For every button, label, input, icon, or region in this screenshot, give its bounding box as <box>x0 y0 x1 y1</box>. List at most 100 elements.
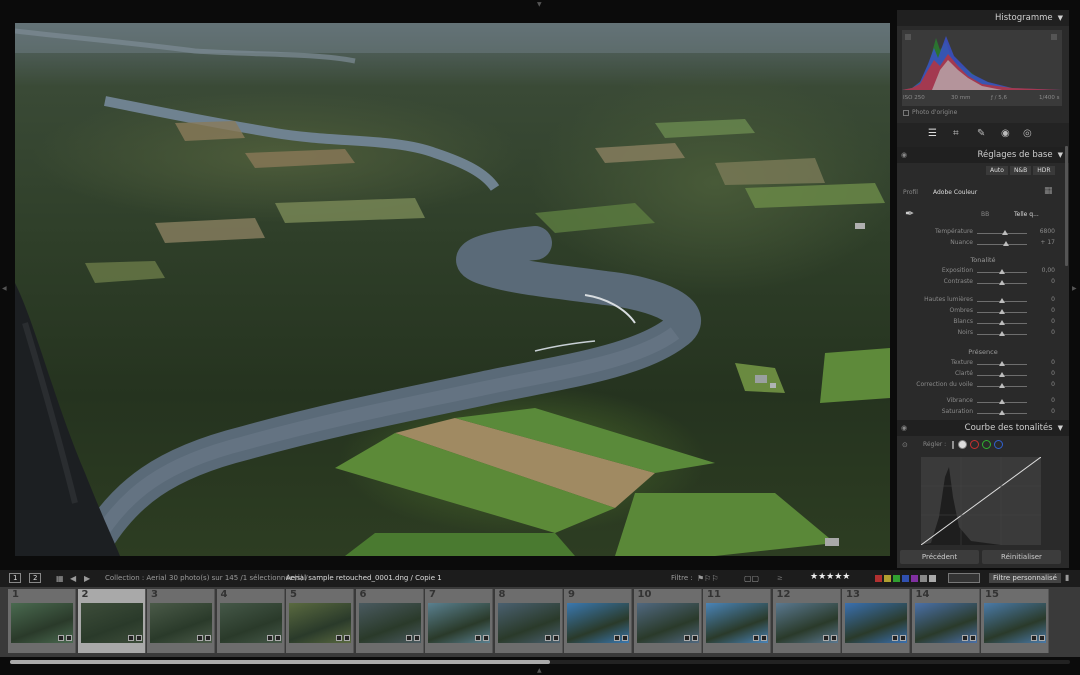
slider-track[interactable] <box>977 280 1027 285</box>
slider-value[interactable]: 0 <box>1031 381 1055 388</box>
purple-label-swatch[interactable] <box>911 575 918 582</box>
slider-row[interactable]: Clarté 0 <box>897 370 1069 380</box>
slider-row[interactable]: Contraste 0 <box>897 278 1069 288</box>
slider-thumb[interactable] <box>999 399 1005 404</box>
reset-button[interactable]: Réinitialiser <box>982 550 1061 564</box>
healing-icon[interactable]: ✎ <box>977 128 985 139</box>
filmstrip-cell[interactable]: 5 <box>286 589 354 653</box>
slider-value[interactable]: 0 <box>1031 359 1055 366</box>
top-panel-toggle-icon[interactable]: ▼ <box>537 1 542 8</box>
filmstrip-cell[interactable]: 11 <box>703 589 771 653</box>
slider-value[interactable]: + 17 <box>1031 239 1055 246</box>
slider-value[interactable]: 0 <box>1031 370 1055 377</box>
slider-row[interactable]: Hautes lumières 0 <box>897 296 1069 306</box>
slider-row[interactable]: Vibrance 0 <box>897 397 1069 407</box>
point-curve-icon[interactable]: ∥ <box>951 440 955 449</box>
other-label-swatch[interactable] <box>929 575 936 582</box>
tone-curve-header[interactable]: ◉ Courbe des tonalités ▼ <box>897 420 1069 436</box>
filter-preset-dropdown[interactable]: Filtre personnalisé <box>989 573 1061 583</box>
slider-track[interactable] <box>977 309 1027 314</box>
slider-thumb[interactable] <box>1003 241 1009 246</box>
filmstrip-cell[interactable]: 10 <box>633 589 702 653</box>
yellow-label-swatch[interactable] <box>884 575 891 582</box>
slider-track[interactable] <box>977 298 1027 303</box>
filmstrip-cell[interactable]: 8 <box>494 589 563 653</box>
crop-icon[interactable]: ⌗ <box>953 128 959 139</box>
back-arrow-icon[interactable]: ◀ <box>70 574 76 583</box>
slider-track[interactable] <box>977 320 1027 325</box>
slider-thumb[interactable] <box>999 269 1005 274</box>
slider-thumb[interactable] <box>999 410 1005 415</box>
filmstrip-cell[interactable]: 15 <box>981 589 1049 653</box>
right-panel-toggle-icon[interactable]: ▶ <box>1072 285 1077 292</box>
copy-filter-icon[interactable]: ▢▢ <box>744 574 759 583</box>
slider-row[interactable]: Correction du voile 0 <box>897 381 1069 391</box>
blue-channel-icon[interactable] <box>994 440 1003 449</box>
collapse-icon[interactable]: ▼ <box>1058 151 1063 159</box>
visibility-toggle-icon[interactable]: ◉ <box>901 424 907 432</box>
slider-thumb[interactable] <box>999 320 1005 325</box>
slider-track[interactable] <box>977 269 1027 274</box>
histogram-graph[interactable] <box>902 30 1062 106</box>
slider-value[interactable]: 0 <box>1031 318 1055 325</box>
visibility-toggle-icon[interactable]: ◉ <box>901 151 907 159</box>
panel-scrollbar[interactable] <box>1065 146 1068 266</box>
blue-label-swatch[interactable] <box>902 575 909 582</box>
slider-value[interactable]: 0 <box>1031 408 1055 415</box>
flag-filter-icon[interactable]: ⚑⚐⚐ <box>697 574 719 583</box>
previous-button[interactable]: Précédent <box>900 550 979 564</box>
slider-thumb[interactable] <box>999 372 1005 377</box>
slider-row[interactable]: Nuance + 17 <box>897 239 1069 249</box>
histogram-header[interactable]: Histogramme ▼ <box>897 10 1069 26</box>
grid-view-icon[interactable]: ▦ <box>56 574 64 583</box>
slider-value[interactable]: 6800 <box>1031 228 1055 235</box>
collection-label[interactable]: Collection : Aerial <box>105 574 166 582</box>
slider-row[interactable]: Blancs 0 <box>897 318 1069 328</box>
slider-track[interactable] <box>977 230 1027 235</box>
target-adjust-icon[interactable]: ⊙ <box>902 441 908 449</box>
filmstrip-cell[interactable]: 4 <box>216 589 285 653</box>
view-2-button[interactable]: 2 <box>29 573 42 583</box>
slider-thumb[interactable] <box>1001 230 1008 235</box>
rating-operator-icon[interactable]: ≥ <box>777 574 783 582</box>
slider-track[interactable] <box>977 331 1027 336</box>
bw-button[interactable]: N&B <box>1009 166 1032 175</box>
filmstrip-cell[interactable]: 12 <box>772 589 841 653</box>
filmstrip-cell[interactable]: 7 <box>425 589 493 653</box>
green-channel-icon[interactable] <box>982 440 991 449</box>
slider-value[interactable]: 0,00 <box>1031 267 1055 274</box>
wb-dropdown[interactable]: Telle q... <box>1014 211 1039 218</box>
basic-panel-header[interactable]: ◉ Réglages de base ▼ <box>897 147 1069 163</box>
collapse-icon[interactable]: ▼ <box>1058 424 1063 432</box>
green-label-swatch[interactable] <box>893 575 900 582</box>
collapse-icon[interactable]: ▼ <box>1058 14 1063 22</box>
slider-track[interactable] <box>977 399 1027 404</box>
slider-value[interactable]: 0 <box>1031 307 1055 314</box>
forward-arrow-icon[interactable]: ▶ <box>84 574 90 583</box>
kind-filter-toggle[interactable] <box>948 573 980 583</box>
gray-label-swatch[interactable] <box>920 575 927 582</box>
slider-thumb[interactable] <box>999 309 1005 314</box>
filmstrip-cell[interactable]: 14 <box>911 589 980 653</box>
main-photo-preview[interactable] <box>15 23 890 556</box>
filmstrip-cell[interactable]: 1 <box>8 589 76 653</box>
slider-row[interactable]: Ombres 0 <box>897 307 1069 317</box>
slider-track[interactable] <box>977 372 1027 377</box>
hdr-button[interactable]: HDR <box>1033 166 1055 175</box>
slider-track[interactable] <box>977 241 1027 246</box>
filmstrip-cell[interactable]: 2 <box>77 589 146 653</box>
slider-row[interactable]: Noirs 0 <box>897 329 1069 339</box>
slider-row[interactable]: Exposition 0,00 <box>897 267 1069 277</box>
slider-value[interactable]: 0 <box>1031 278 1055 285</box>
filmstrip-cell[interactable]: 3 <box>147 589 215 653</box>
filename-label[interactable]: Aerial sample retouched_0001.dng / Copie… <box>286 574 442 582</box>
slider-value[interactable]: 0 <box>1031 397 1055 404</box>
slider-row[interactable]: Texture 0 <box>897 359 1069 369</box>
checkbox-icon[interactable] <box>903 109 909 116</box>
slider-value[interactable]: 0 <box>1031 296 1055 303</box>
filmstrip-cell[interactable]: 13 <box>842 589 910 653</box>
rgb-channel-icon[interactable] <box>958 440 967 449</box>
slider-thumb[interactable] <box>999 383 1005 388</box>
rating-stars[interactable]: ★★★★★ <box>810 572 850 582</box>
red-channel-icon[interactable] <box>970 440 979 449</box>
